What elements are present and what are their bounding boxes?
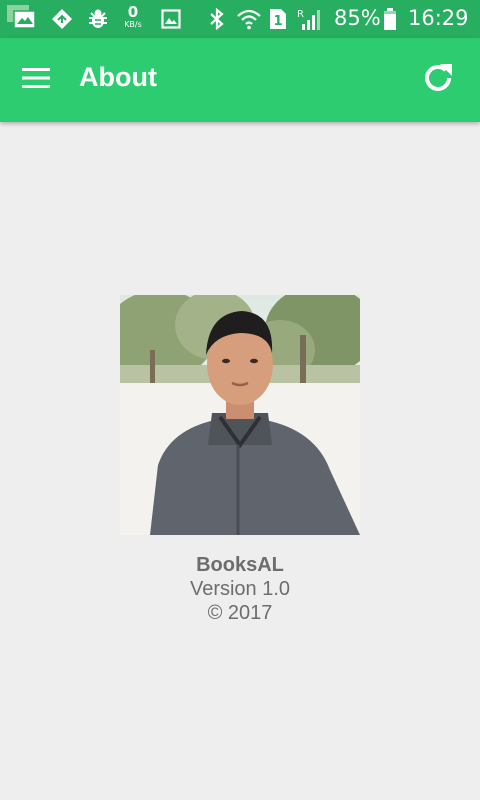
net-speed-value: 0 xyxy=(127,3,139,21)
app-version: Version 1.0 xyxy=(189,578,291,600)
menu-button[interactable] xyxy=(14,58,58,102)
image-icon xyxy=(160,8,182,30)
sim-slot-label: 1 xyxy=(273,14,282,29)
refresh-button[interactable] xyxy=(414,58,462,102)
screen-cast-icon xyxy=(5,5,37,29)
clock: 16:29 xyxy=(408,6,469,30)
sim-icon: 1 xyxy=(268,8,288,30)
battery-percent: 85% xyxy=(334,6,381,30)
net-speed: 0 KB/s xyxy=(120,5,146,29)
diamond-arrow-icon xyxy=(50,8,74,30)
roaming-label: R xyxy=(297,9,304,20)
app-name: BooksAL xyxy=(196,554,284,576)
battery-icon xyxy=(382,8,398,30)
page-title: About xyxy=(79,62,157,92)
wifi-icon xyxy=(236,8,262,30)
net-speed-unit: KB/s xyxy=(124,20,142,29)
status-bar: 0 KB/s 1 R 85% 16:29 xyxy=(0,0,480,38)
app-toolbar: About xyxy=(0,38,480,122)
bug-icon xyxy=(86,8,110,30)
menu-icon xyxy=(22,67,50,93)
refresh-icon xyxy=(420,60,456,100)
copyright: © 2017 xyxy=(207,602,273,624)
about-info: BooksAL Version 1.0 © 2017 xyxy=(0,553,480,625)
profile-photo xyxy=(120,295,360,535)
bluetooth-icon xyxy=(206,8,228,30)
signal-icon: R xyxy=(295,8,323,30)
